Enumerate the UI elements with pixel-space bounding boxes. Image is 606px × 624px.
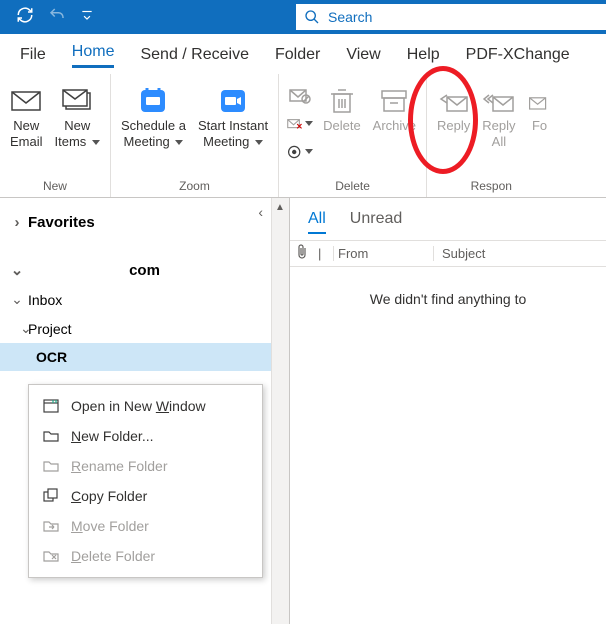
filter-all[interactable]: All xyxy=(308,210,326,234)
tab-sendreceive[interactable]: Send / Receive xyxy=(140,46,249,68)
junk-button[interactable] xyxy=(287,140,313,164)
reply-button[interactable]: Reply xyxy=(431,80,476,138)
folder-icon xyxy=(41,429,61,443)
tab-view[interactable]: View xyxy=(346,46,380,68)
forward-button[interactable]: Fo xyxy=(522,80,552,138)
folder-context-menu: Open in New Window New Folder... Rename … xyxy=(28,384,263,578)
ctx-move-folder: Move Folder xyxy=(29,511,262,541)
copy-icon xyxy=(41,488,61,504)
new-items-button[interactable]: New Items xyxy=(49,80,106,153)
col-icon[interactable]: | xyxy=(312,246,334,261)
ribbon: New Email New Items New Schedule a Meeti… xyxy=(0,74,606,198)
account-header[interactable]: ⌄com xyxy=(0,255,271,285)
start-instant-meeting-button[interactable]: Start Instant Meeting xyxy=(192,80,274,153)
schedule-meeting-button[interactable]: Schedule a Meeting xyxy=(115,80,192,153)
archive-button[interactable]: Archive xyxy=(367,80,422,138)
ctx-rename-folder: Rename Folder xyxy=(29,451,262,481)
window-icon xyxy=(41,399,61,413)
col-subject[interactable]: Subject xyxy=(434,246,606,261)
cleanup-button[interactable] xyxy=(287,112,313,136)
move-icon xyxy=(41,519,61,533)
undo-icon[interactable] xyxy=(48,6,66,29)
new-email-button[interactable]: New Email xyxy=(4,80,49,153)
column-headers: | From Subject xyxy=(290,241,606,267)
empty-message: We didn't find anything to xyxy=(290,267,606,307)
tab-pdfxchange[interactable]: PDF-XChange xyxy=(466,46,570,68)
tab-help[interactable]: Help xyxy=(407,46,440,68)
ctx-new-folder[interactable]: New Folder... xyxy=(29,421,262,451)
delete-folder-icon xyxy=(41,549,61,563)
ribbon-group-zoom: Zoom xyxy=(179,177,210,195)
col-from[interactable]: From xyxy=(334,246,434,261)
delete-button[interactable]: Delete xyxy=(317,80,367,138)
ribbon-group-delete: Delete xyxy=(335,177,370,195)
collapse-pane-icon[interactable]: ‹ xyxy=(258,204,263,220)
tab-folder[interactable]: Folder xyxy=(275,46,320,68)
folder-inbox[interactable]: ⌄Inbox xyxy=(0,285,271,314)
ribbon-group-respond: Respon xyxy=(471,177,512,195)
search-input[interactable] xyxy=(328,9,598,25)
attachment-icon[interactable] xyxy=(290,244,312,263)
tab-file[interactable]: File xyxy=(20,46,46,68)
folder-pane: ‹ ›Favorites ⌄com ⌄Inbox ⌄Project OCR xyxy=(0,198,290,624)
ignore-button[interactable] xyxy=(287,84,313,108)
search-icon xyxy=(304,9,320,25)
tab-home[interactable]: Home xyxy=(72,43,115,68)
nav-scrollbar[interactable]: ▲ xyxy=(271,198,289,624)
rename-icon xyxy=(41,459,61,473)
ribbon-group-new: New xyxy=(43,177,67,195)
folder-project[interactable]: ⌄Project xyxy=(0,314,271,343)
search-box[interactable] xyxy=(296,4,606,30)
favorites-header[interactable]: ›Favorites xyxy=(0,208,271,237)
titlebar xyxy=(0,0,606,34)
message-list-pane: All Unread | From Subject We didn't find… xyxy=(290,198,606,624)
ctx-delete-folder: Delete Folder xyxy=(29,541,262,571)
sync-icon[interactable] xyxy=(16,6,34,29)
qat-customize-icon[interactable] xyxy=(80,8,94,27)
ctx-open-new-window[interactable]: Open in New Window xyxy=(29,391,262,421)
ctx-copy-folder[interactable]: Copy Folder xyxy=(29,481,262,511)
filter-unread[interactable]: Unread xyxy=(350,210,402,234)
ribbon-tabs: File Home Send / Receive Folder View Hel… xyxy=(0,34,606,74)
folder-ocr[interactable]: OCR xyxy=(0,343,271,371)
reply-all-button[interactable]: Reply All xyxy=(476,80,521,153)
